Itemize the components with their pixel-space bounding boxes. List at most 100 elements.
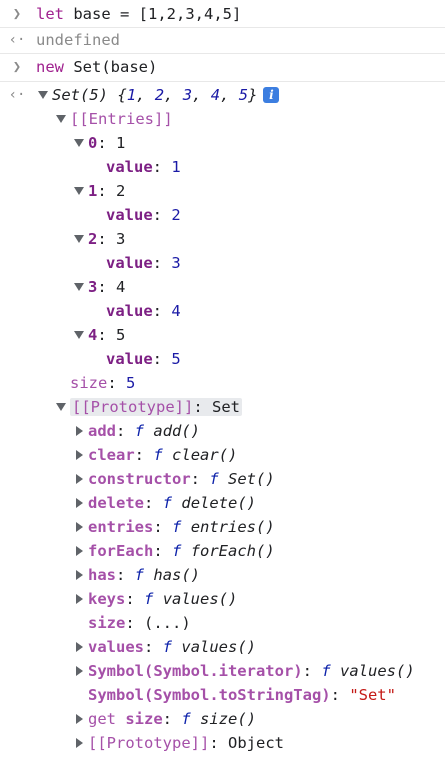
triangle-right-icon[interactable] — [76, 641, 83, 652]
triangle-right-icon[interactable] — [76, 425, 83, 436]
function-marker: f — [144, 590, 154, 608]
triangle-right-icon[interactable] — [76, 497, 83, 508]
proto-member-row[interactable]: entries: f entries() — [0, 515, 445, 539]
member-signature: values() — [340, 662, 415, 680]
member-key: Symbol(Symbol.toStringTag) — [88, 686, 331, 704]
inner-prototype-label: [[Prototype]] — [88, 734, 210, 752]
return-arrow-icon: ‹· — [8, 87, 26, 103]
triangle-right-icon[interactable] — [76, 473, 83, 484]
summary-item: 5 — [238, 86, 249, 104]
member-signature: forEach() — [190, 542, 275, 560]
proto-member-row[interactable]: values: f values() — [0, 635, 445, 659]
console-output-row: ‹· undefined — [0, 28, 445, 52]
entry-row[interactable]: 4: 5 — [0, 323, 445, 347]
proto-member-row[interactable]: keys: f values() — [0, 587, 445, 611]
prototype-row[interactable]: [[Prototype]]: Set — [0, 395, 445, 419]
entry-index: 1 — [88, 182, 98, 200]
triangle-down-icon[interactable] — [74, 282, 84, 291]
entry-row[interactable]: 2: 3 — [0, 227, 445, 251]
summary-item: 3 — [182, 86, 193, 104]
summary-item: 4 — [210, 86, 221, 104]
input-code: Set(base) — [73, 58, 158, 76]
triangle-right-icon[interactable] — [76, 737, 83, 748]
entry-row[interactable]: 0: 1 — [0, 131, 445, 155]
member-key: values — [88, 638, 144, 656]
inner-prototype-row[interactable]: [[Prototype]]: Object — [0, 731, 445, 755]
triangle-right-icon[interactable] — [76, 665, 83, 676]
keyword-new: new — [36, 58, 64, 76]
triangle-down-icon[interactable] — [74, 186, 84, 195]
console-input-row[interactable]: ❯ let base = [1,2,3,4,5] — [0, 2, 445, 26]
triangle-down-icon[interactable] — [74, 330, 84, 339]
member-signature: delete() — [181, 494, 257, 512]
entry-row[interactable]: 3: 4 — [0, 275, 445, 299]
devtools-console: ❯ let base = [1,2,3,4,5] ‹· undefined ❯ … — [0, 0, 445, 758]
entry-index: 3 — [88, 278, 98, 296]
function-marker: f — [153, 446, 163, 464]
entry-index: 2 — [88, 230, 98, 248]
member-string-value: "Set" — [349, 686, 396, 704]
proto-member-row[interactable]: get size: f size() — [0, 707, 445, 731]
proto-member-row[interactable]: Symbol(Symbol.iterator): f values() — [0, 659, 445, 683]
entry-index: 0 — [88, 134, 98, 152]
entries-label: [[Entries]] — [70, 110, 173, 128]
set-summary-row[interactable]: ‹· Set(5) {1, 2, 3, 4, 5} i — [0, 83, 445, 107]
triangle-right-icon[interactable] — [76, 593, 83, 604]
proto-member-row[interactable]: constructor: f Set() — [0, 467, 445, 491]
proto-member-row[interactable]: forEach: f forEach() — [0, 539, 445, 563]
member-key: size — [125, 710, 163, 728]
function-marker: f — [181, 710, 191, 728]
member-signature: clear() — [172, 446, 238, 464]
console-input-row[interactable]: ❯ new Set(base) — [0, 55, 445, 79]
info-icon[interactable]: i — [263, 86, 280, 103]
proto-member-row[interactable]: delete: f delete() — [0, 491, 445, 515]
size-row: size: 5 — [70, 374, 136, 392]
triangle-down-icon[interactable] — [74, 138, 84, 147]
member-signature: values() — [181, 638, 257, 656]
entry-value: 3 — [171, 254, 181, 272]
entry-value-row: value: 4 — [106, 302, 181, 320]
entry-preview: 3 — [116, 230, 126, 248]
entries-row[interactable]: [[Entries]] — [0, 107, 445, 131]
set-summary[interactable]: Set(5) {1, 2, 3, 4, 5} i — [38, 83, 280, 107]
entry-preview: 2 — [116, 182, 126, 200]
member-signature: Set() — [228, 470, 275, 488]
summary-item: 2 — [154, 86, 165, 104]
entry-value-row: value: 5 — [106, 350, 181, 368]
entry-value: 1 — [171, 158, 181, 176]
function-marker: f — [134, 566, 145, 584]
triangle-right-icon[interactable] — [76, 569, 83, 580]
triangle-right-icon[interactable] — [76, 713, 83, 724]
function-marker: f — [134, 422, 145, 440]
proto-member-row[interactable]: clear: f clear() — [0, 443, 445, 467]
triangle-down-icon[interactable] — [56, 114, 66, 123]
triangle-right-icon[interactable] — [76, 545, 83, 556]
size-value: 5 — [126, 374, 136, 392]
proto-member-row: Symbol(Symbol.toStringTag): "Set" — [88, 686, 396, 704]
value-key: value — [106, 206, 153, 224]
getter-prefix: get — [88, 710, 116, 728]
proto-member-row[interactable]: add: f add() — [0, 419, 445, 443]
function-marker: f — [162, 638, 173, 656]
entry-preview: 4 — [116, 278, 126, 296]
console-input-text: let base = [1,2,3,4,5] — [36, 2, 241, 26]
size-getter-row[interactable]: size: (...) — [0, 611, 445, 635]
input-code: base = [1,2,3,4,5] — [73, 5, 242, 23]
entry-row[interactable]: 1: 2 — [0, 179, 445, 203]
triangle-right-icon[interactable] — [76, 521, 83, 532]
size-getter-value[interactable]: (...) — [144, 614, 191, 632]
triangle-right-icon[interactable] — [76, 449, 83, 460]
keyword-let: let — [36, 5, 64, 23]
member-key: constructor — [88, 470, 191, 488]
member-signature: values() — [162, 590, 238, 608]
entry-value-row: value: 3 — [106, 254, 181, 272]
triangle-down-icon[interactable] — [56, 402, 66, 411]
triangle-down-icon[interactable] — [38, 90, 48, 99]
set-open-brace: { — [117, 86, 127, 104]
size-key: size — [70, 374, 108, 392]
entry-value: 4 — [171, 302, 181, 320]
value-key: value — [106, 254, 153, 272]
proto-member-row[interactable]: has: f has() — [0, 563, 445, 587]
triangle-down-icon[interactable] — [74, 234, 84, 243]
entry-preview: 5 — [116, 326, 126, 344]
